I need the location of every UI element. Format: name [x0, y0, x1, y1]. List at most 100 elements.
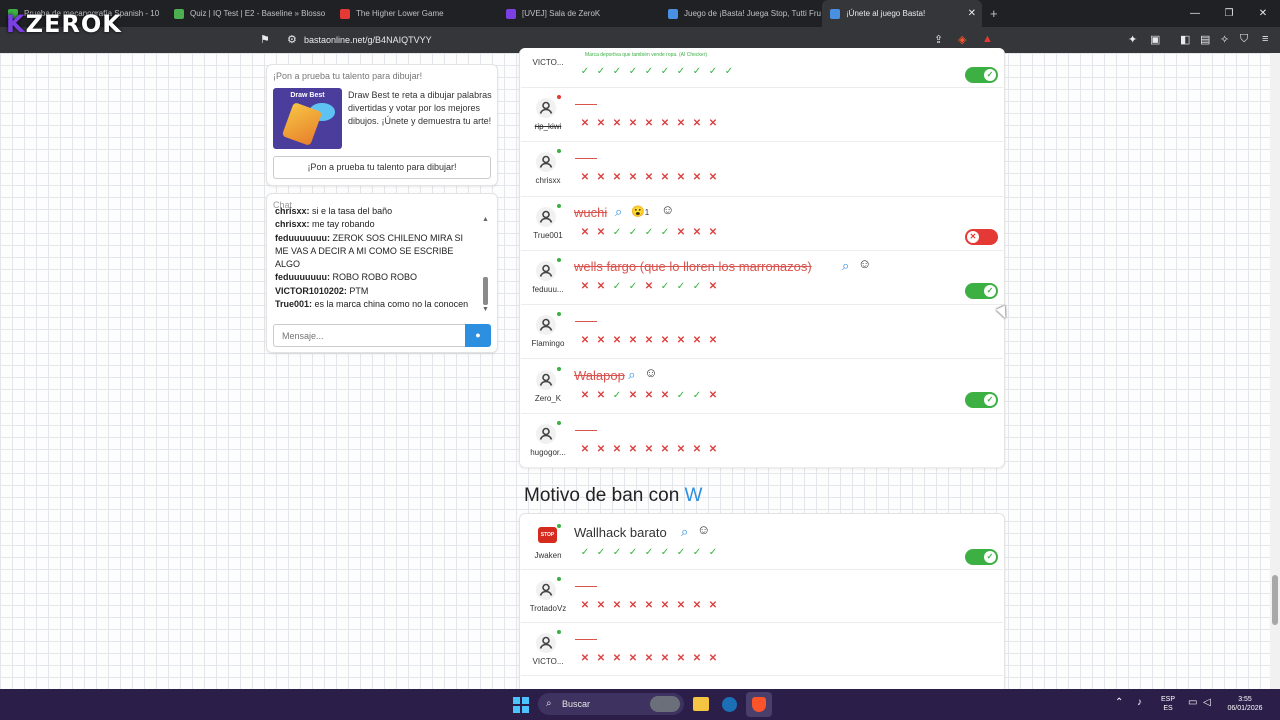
cross-mark-icon[interactable]: ✕ — [641, 390, 657, 401]
scroll-up-icon[interactable]: ▲ — [482, 216, 489, 223]
cross-mark-icon[interactable]: ✕ — [641, 172, 657, 183]
cross-mark-icon[interactable]: ✕ — [609, 653, 625, 664]
check-mark-icon[interactable]: ✓ — [705, 547, 721, 558]
vote-toggle[interactable]: ✓ — [965, 549, 998, 565]
close-window-icon[interactable]: ✕ — [1246, 8, 1280, 19]
vote-toggle[interactable]: ✓ — [965, 282, 998, 299]
browser-tab[interactable]: Juego de ¡Basta! Juega Stop, Tutti Fru — [660, 0, 822, 27]
cross-mark-icon[interactable]: ✕ — [641, 444, 657, 455]
browser-tab[interactable]: The Higher Lower Game — [332, 0, 498, 27]
send-message-button[interactable]: ● — [465, 324, 491, 347]
vote-toggle[interactable]: ✓ — [965, 391, 998, 408]
cross-mark-icon[interactable]: ✕ — [609, 118, 625, 129]
cross-mark-icon[interactable]: ✕ — [577, 118, 593, 129]
magnifier-icon[interactable]: ⌕ — [681, 524, 688, 540]
cross-mark-icon[interactable]: ✕ — [705, 172, 721, 183]
cross-mark-icon[interactable]: ✕ — [593, 444, 609, 455]
add-reaction-icon[interactable]: ☺ — [697, 522, 710, 537]
menu-icon[interactable]: ≡ — [1262, 33, 1268, 45]
cross-mark-icon[interactable]: ✕ — [625, 653, 641, 664]
restore-icon[interactable]: ❐ — [1212, 8, 1246, 19]
draw-best-image[interactable]: Draw Best — [273, 88, 342, 149]
cross-mark-icon[interactable]: ✕ — [593, 227, 609, 238]
cross-mark-icon[interactable]: ✕ — [689, 444, 705, 455]
cross-mark-icon[interactable]: ✕ — [625, 600, 641, 611]
check-mark-icon[interactable]: ✓ — [673, 390, 689, 401]
magnifier-icon[interactable]: ⌕ — [615, 204, 622, 220]
close-tab-icon[interactable]: ✕ — [968, 8, 976, 19]
clock[interactable]: 3:55 06/01/2026 — [1222, 695, 1268, 713]
check-mark-icon[interactable]: ✓ — [641, 227, 657, 238]
check-mark-icon[interactable]: ✓ — [625, 227, 641, 238]
cross-mark-icon[interactable]: ✕ — [657, 390, 673, 401]
cross-mark-icon[interactable]: ✕ — [689, 118, 705, 129]
cross-mark-icon[interactable]: ✕ — [593, 653, 609, 664]
cross-mark-icon[interactable]: ✕ — [577, 653, 593, 664]
cross-mark-icon[interactable]: ✕ — [625, 390, 641, 401]
scroll-down-icon[interactable]: ▼ — [482, 306, 489, 313]
check-mark-icon[interactable]: ✓ — [593, 547, 609, 558]
cross-mark-icon[interactable]: ✕ — [593, 600, 609, 611]
cross-mark-icon[interactable]: ✕ — [593, 335, 609, 346]
cross-mark-icon[interactable]: ✕ — [593, 390, 609, 401]
check-mark-icon[interactable]: ✓ — [625, 547, 641, 558]
new-tab-button[interactable]: + — [982, 0, 1006, 27]
add-reaction-icon[interactable]: ☺ — [644, 365, 657, 380]
cross-mark-icon[interactable]: ✕ — [705, 335, 721, 346]
cross-mark-icon[interactable]: ✕ — [689, 172, 705, 183]
cross-mark-icon[interactable]: ✕ — [705, 390, 721, 401]
cross-mark-icon[interactable]: ✕ — [689, 600, 705, 611]
cross-mark-icon[interactable]: ✕ — [641, 118, 657, 129]
network-icon[interactable]: ▭ — [1188, 698, 1197, 708]
share-icon[interactable]: ⇪ — [934, 33, 943, 46]
promo-button[interactable]: ¡Pon a prueba tu talento para dibujar! — [273, 156, 491, 179]
check-mark-icon[interactable]: ✓ — [673, 281, 689, 292]
cross-mark-icon[interactable]: ✕ — [657, 335, 673, 346]
cross-mark-icon[interactable]: ✕ — [641, 653, 657, 664]
tab-search-icon[interactable]: ▣ — [1150, 33, 1160, 46]
extensions-icon[interactable]: ✦ — [1128, 33, 1137, 46]
cross-mark-icon[interactable]: ✕ — [689, 335, 705, 346]
cross-mark-icon[interactable]: ✕ — [673, 653, 689, 664]
cross-mark-icon[interactable]: ✕ — [609, 444, 625, 455]
check-mark-icon[interactable]: ✓ — [609, 547, 625, 558]
cross-mark-icon[interactable]: ✕ — [673, 600, 689, 611]
cross-mark-icon[interactable]: ✕ — [673, 444, 689, 455]
add-reaction-icon[interactable]: ☺ — [858, 256, 871, 271]
check-mark-icon[interactable]: ✓ — [673, 547, 689, 558]
cross-mark-icon[interactable]: ✕ — [625, 172, 641, 183]
vote-toggle[interactable]: ✓ — [965, 67, 998, 83]
check-mark-icon[interactable]: ✓ — [609, 227, 625, 238]
cross-mark-icon[interactable]: ✕ — [657, 600, 673, 611]
brave-shield-icon[interactable]: ◈ — [958, 33, 966, 46]
check-mark-icon[interactable]: ✓ — [689, 390, 705, 401]
cross-mark-icon[interactable]: ✕ — [705, 653, 721, 664]
cross-mark-icon[interactable]: ✕ — [609, 172, 625, 183]
cross-mark-icon[interactable]: ✕ — [625, 118, 641, 129]
cross-mark-icon[interactable]: ✕ — [657, 172, 673, 183]
cross-mark-icon[interactable]: ✕ — [705, 600, 721, 611]
microphone-icon[interactable]: ♪ — [1137, 698, 1142, 708]
site-info-icon[interactable]: ⚙ — [287, 33, 297, 46]
cross-mark-icon[interactable]: ✕ — [657, 118, 673, 129]
cross-mark-icon[interactable]: ✕ — [641, 600, 657, 611]
language-indicator[interactable]: ESP ES — [1158, 695, 1178, 713]
cross-mark-icon[interactable]: ✕ — [673, 335, 689, 346]
reaction-badge[interactable]: 😮1 — [631, 205, 649, 218]
magnifier-icon[interactable]: ⌕ — [628, 367, 635, 383]
chat-scroll-thumb[interactable] — [483, 277, 488, 305]
browser-tab[interactable]: Quiz | IQ Test | E2 - Baseline » Blosso — [166, 0, 332, 27]
check-mark-icon[interactable]: ✓ — [625, 281, 641, 292]
tray-chevron-icon[interactable]: ⌃ — [1115, 698, 1123, 708]
check-mark-icon[interactable]: ✓ — [657, 547, 673, 558]
cross-mark-icon[interactable]: ✕ — [657, 653, 673, 664]
cross-mark-icon[interactable]: ✕ — [689, 653, 705, 664]
check-mark-icon[interactable]: ✓ — [609, 281, 625, 292]
cross-mark-icon[interactable]: ✕ — [609, 600, 625, 611]
cross-mark-icon[interactable]: ✕ — [593, 281, 609, 292]
sidebar-icon[interactable]: ◧ — [1180, 33, 1190, 46]
check-mark-icon[interactable]: ✓ — [657, 281, 673, 292]
browser-tab[interactable]: [UVEJ] Sala de ZeroK — [498, 0, 660, 27]
cross-mark-icon[interactable]: ✕ — [577, 335, 593, 346]
page-scroll-thumb[interactable] — [1272, 575, 1278, 625]
